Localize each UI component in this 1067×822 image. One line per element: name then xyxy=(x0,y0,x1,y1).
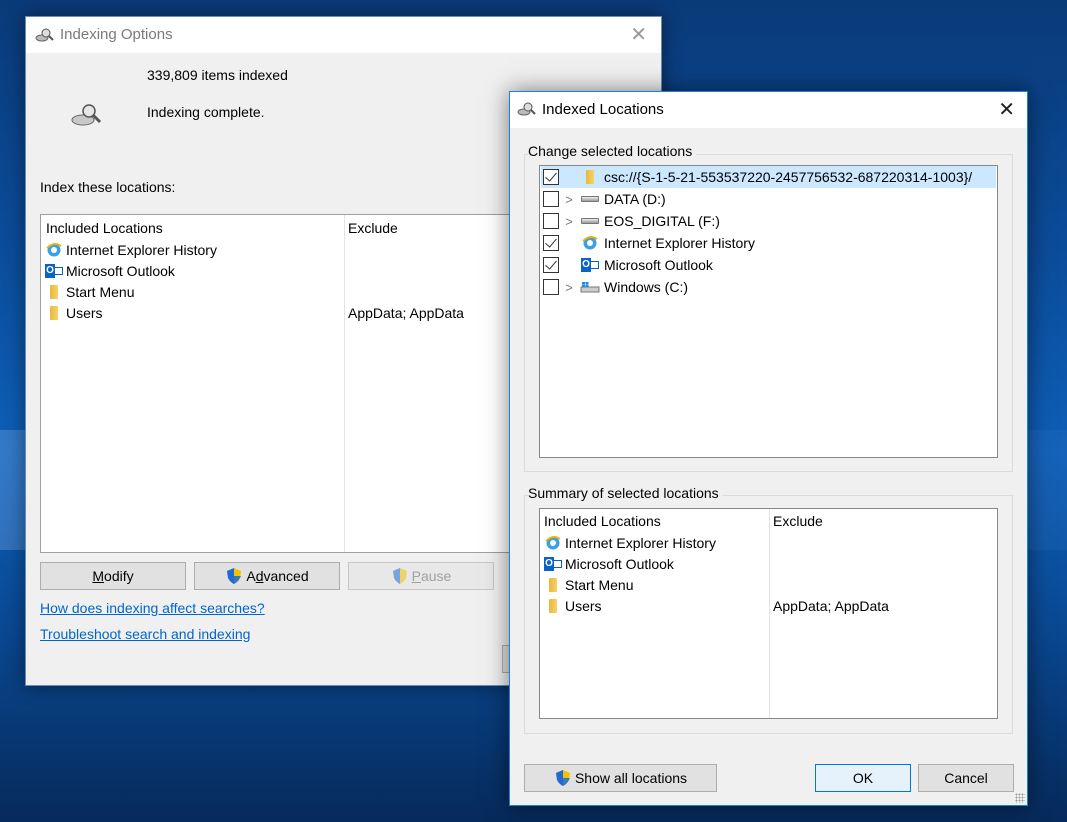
list-item[interactable]: Users AppData; AppData xyxy=(544,595,994,616)
location-name: Microsoft Outlook xyxy=(565,555,674,572)
summary-list[interactable]: Included Locations Exclude Internet Expl… xyxy=(539,508,998,719)
folder-icon xyxy=(544,577,562,592)
uac-shield-icon xyxy=(225,567,243,585)
how-indexing-affects-link[interactable]: How does indexing affect searches? xyxy=(40,600,265,616)
index-locations-label: Index these locations: xyxy=(40,179,176,195)
cancel-button[interactable]: Cancel xyxy=(918,764,1014,792)
outlook-icon: O xyxy=(544,556,562,571)
ie-icon xyxy=(579,235,601,251)
change-locations-label: Change selected locations xyxy=(528,143,697,159)
tree-item-label: Internet Explorer History xyxy=(604,235,755,251)
list-item[interactable]: Internet Explorer History xyxy=(45,239,505,260)
title-bar[interactable]: Indexing Options ✕ xyxy=(26,17,661,53)
indexing-icon xyxy=(35,27,55,46)
location-exclude: AppData; AppData xyxy=(348,304,464,321)
checkbox[interactable] xyxy=(543,213,559,229)
checkbox[interactable] xyxy=(543,257,559,273)
resize-grip-icon[interactable] xyxy=(1015,793,1025,803)
included-locations-list[interactable]: Included Locations Exclude Internet Expl… xyxy=(40,214,510,553)
ok-label: OK xyxy=(852,770,874,786)
dialog-title: Indexed Locations xyxy=(542,101,664,118)
column-header-exclude[interactable]: Exclude xyxy=(348,220,398,236)
column-header-exclude[interactable]: Exclude xyxy=(773,513,823,529)
summary-label: Summary of selected locations xyxy=(528,485,723,501)
location-name: Users xyxy=(66,304,103,321)
window-title: Indexing Options xyxy=(60,26,173,43)
chevron-right-icon[interactable]: > xyxy=(559,214,579,229)
checkbox[interactable] xyxy=(543,169,559,185)
advanced-label-mnemonic: d xyxy=(255,568,264,584)
list-item[interactable]: O Microsoft Outlook xyxy=(45,260,505,281)
advanced-label-pre: A xyxy=(246,568,256,584)
tree-item[interactable]: csc://{S-1-5-21-553537220-2457756532-687… xyxy=(541,166,996,188)
indexed-locations-dialog: Indexed Locations ✕ Change selected loca… xyxy=(509,91,1028,806)
tree-item[interactable]: > DATA (D:) xyxy=(541,188,996,210)
drive-icon xyxy=(579,218,601,224)
folder-icon xyxy=(45,305,63,320)
folder-icon xyxy=(579,170,601,184)
list-item[interactable]: Users AppData; AppData xyxy=(45,302,505,323)
outlook-icon: O xyxy=(579,258,601,272)
outlook-icon: O xyxy=(45,263,63,278)
tree-item-label: Windows (C:) xyxy=(604,279,689,295)
location-name: Start Menu xyxy=(66,283,135,300)
ie-icon xyxy=(544,535,562,551)
checkbox[interactable] xyxy=(543,191,559,207)
checkbox[interactable] xyxy=(543,235,559,251)
modify-label-mnemonic: M xyxy=(92,568,105,584)
dialog-title-bar[interactable]: Indexed Locations ✕ xyxy=(510,92,1027,128)
location-name: Start Menu xyxy=(565,576,634,593)
chevron-right-icon[interactable]: > xyxy=(559,192,579,207)
tree-item[interactable]: > Windows (C:) xyxy=(541,276,996,298)
chevron-right-icon[interactable]: > xyxy=(559,280,579,295)
tree-item[interactable]: > EOS_DIGITAL (F:) xyxy=(541,210,996,232)
items-count: 339,809 items indexed xyxy=(147,67,288,83)
location-exclude: AppData; AppData xyxy=(773,597,889,614)
indexing-status-icon xyxy=(70,102,104,131)
list-item[interactable]: Start Menu xyxy=(544,574,994,595)
uac-shield-icon xyxy=(554,769,572,787)
pause-button[interactable]: Pause xyxy=(348,562,494,590)
list-item[interactable]: Internet Explorer History xyxy=(544,532,994,553)
ie-icon xyxy=(45,242,63,258)
locations-tree[interactable]: csc://{S-1-5-21-553537220-2457756532-687… xyxy=(539,165,998,458)
folder-icon xyxy=(45,284,63,299)
close-icon[interactable]: ✕ xyxy=(998,97,1015,122)
location-name: Internet Explorer History xyxy=(66,241,217,258)
cancel-label: Cancel xyxy=(944,770,988,786)
modify-button[interactable]: Modify xyxy=(40,562,186,590)
tree-item[interactable]: O Microsoft Outlook xyxy=(541,254,996,276)
tree-item[interactable]: Internet Explorer History xyxy=(541,232,996,254)
troubleshoot-link[interactable]: Troubleshoot search and indexing xyxy=(40,626,250,642)
location-name: Internet Explorer History xyxy=(565,534,716,551)
advanced-label-post: vanced xyxy=(263,568,309,584)
tree-item-label: Microsoft Outlook xyxy=(604,257,713,273)
drive-icon xyxy=(579,196,601,202)
indexing-icon xyxy=(517,101,537,120)
location-name: Microsoft Outlook xyxy=(66,262,175,279)
tree-item-label: DATA (D:) xyxy=(604,191,666,207)
pause-label-mnemonic: P xyxy=(411,568,421,584)
modify-label-post: odify xyxy=(104,568,134,584)
windows-drive-icon xyxy=(579,281,601,293)
pause-label-post: ause xyxy=(420,568,452,584)
checkbox[interactable] xyxy=(543,279,559,295)
show-all-label: Show all locations xyxy=(574,770,688,786)
close-icon[interactable]: ✕ xyxy=(630,22,647,47)
column-header-included[interactable]: Included Locations xyxy=(46,220,163,236)
uac-shield-icon xyxy=(391,567,409,585)
show-all-locations-button[interactable]: Show all locations xyxy=(524,764,717,792)
column-header-included[interactable]: Included Locations xyxy=(544,513,661,529)
advanced-button[interactable]: Ad vanced xyxy=(194,562,340,590)
location-name: Users xyxy=(565,597,602,614)
ok-button[interactable]: OK xyxy=(815,764,911,792)
tree-item-label: EOS_DIGITAL (F:) xyxy=(604,213,720,229)
list-item[interactable]: O Microsoft Outlook xyxy=(544,553,994,574)
folder-icon xyxy=(544,598,562,613)
tree-item-label: csc://{S-1-5-21-553537220-2457756532-687… xyxy=(604,169,973,185)
list-item[interactable]: Start Menu xyxy=(45,281,505,302)
indexing-status: Indexing complete. xyxy=(147,104,265,120)
